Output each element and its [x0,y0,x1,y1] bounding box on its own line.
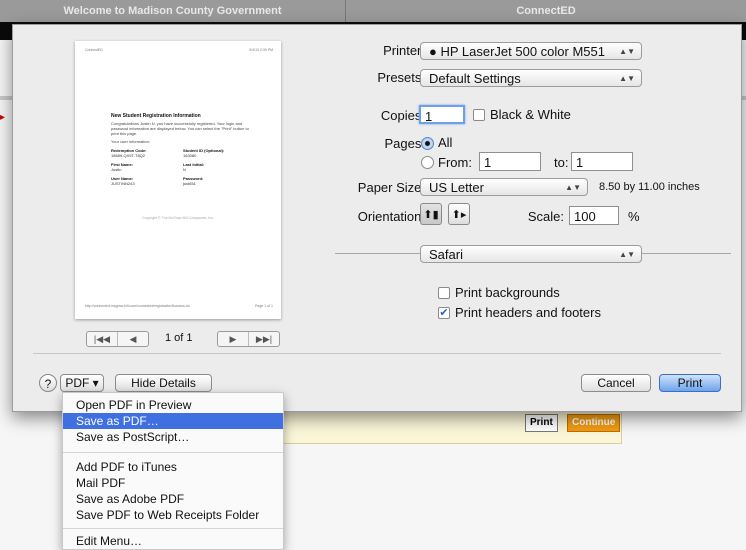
hide-details-button[interactable]: Hide Details [115,374,212,392]
page-continue-button[interactable]: Continue [567,414,621,432]
pages-label: Pages: [384,136,425,151]
browser-tab-madison[interactable]: Welcome to Madison County Government [0,0,346,22]
paper-dims: 8.50 by 11.00 inches [599,181,700,193]
preview-field-password: Password: just651 [183,176,204,186]
cancel-button[interactable]: Cancel [581,374,651,392]
landscape-orientation-icon[interactable]: ⬆▸ [448,203,470,225]
preview-field-redemption: Redemption Code: 18689-QX9T-T8Q2 [111,148,147,158]
next-page-icon[interactable]: ▶ [218,332,248,346]
preview-title: New Student Registration Information [111,113,201,119]
paper-size-value: US Letter [429,180,484,195]
last-page-icon[interactable]: ▶▶| [248,332,279,346]
menu-separator [63,528,283,529]
preview-field-student-id: Student ID (Optional): 163080 [183,148,225,158]
preview-footer-left: http://connected.mcgraw-hill.com/connect… [85,304,190,308]
pages-from-input[interactable]: 1 [479,152,541,171]
updown-arrow-icon: ▲▼ [619,47,635,56]
menu-item-mail-pdf[interactable]: Mail PDF [63,475,283,491]
pages-to-input[interactable]: 1 [571,152,633,171]
pages-all-label: All [438,135,453,150]
preview-field-last-initial: Last Initial: N [183,162,205,172]
preview-nav-back: |◀◀ ◀ [86,331,149,347]
section-select[interactable]: Safari ▲▼ [420,245,642,263]
print-backgrounds-checkbox[interactable] [438,287,450,299]
preview-footer-right: Page 1 of 1 [255,304,273,308]
preview-header-left: ConnectED [85,48,103,52]
pages-to-label: to: [554,155,569,170]
page-print-button[interactable]: Print [525,414,558,432]
presets-select[interactable]: Default Settings ▲▼ [420,69,642,87]
preview-paragraph: Congratulations Justin N. you have succe… [111,121,249,136]
updown-arrow-icon: ▲▼ [565,183,581,192]
updown-arrow-icon: ▲▼ [619,74,635,83]
menu-item-edit-menu[interactable]: Edit Menu… [63,533,283,549]
scale-unit: % [628,209,640,224]
help-button[interactable]: ? [39,374,57,392]
orientation-label: Orientation: [357,209,425,224]
scale-label: Scale: [527,209,564,224]
menu-item-save-as-postscript[interactable]: Save as PostScript… [63,429,283,445]
pages-from-label: From: [438,155,472,170]
preview-subheading: Your user information: [111,139,150,144]
first-page-icon[interactable]: |◀◀ [87,332,117,346]
print-backgrounds-label: Print backgrounds [455,285,560,300]
printer-status-icon: ● [429,44,441,59]
portrait-orientation-icon[interactable]: ⬆▮ [420,203,442,225]
copies-input[interactable]: 1 [419,105,465,124]
paper-size-label: Paper Size: [357,180,425,195]
pages-all-radio[interactable] [421,137,434,150]
menu-item-open-in-preview[interactable]: Open PDF in Preview [63,397,283,413]
menu-item-save-adobe-pdf[interactable]: Save as Adobe PDF [63,491,283,507]
page-arrow-icon: ▸ [0,112,6,123]
black-white-checkbox[interactable] [473,109,485,121]
printer-select[interactable]: ● HP LaserJet 500 color M551 ▲▼ [420,42,642,60]
pages-from-radio[interactable] [421,156,434,169]
black-white-label: Black & White [490,107,571,122]
preview-center-text: Copyright © The McGraw-Hill Companies, I… [142,216,214,220]
presets-label: Presets: [377,70,425,85]
preview-field-username: User Name: JUSTINN243 [111,176,135,186]
updown-arrow-icon: ▲▼ [619,250,635,259]
browser-tab-connected[interactable]: ConnectED [346,0,746,22]
menu-item-web-receipts[interactable]: Save PDF to Web Receipts Folder [63,507,283,523]
pdf-menu-button[interactable]: PDF ▾ [60,374,104,392]
print-preview-page: ConnectED 9/4/13 2:39 PM New Student Reg… [75,41,281,319]
menu-item-save-as-pdf[interactable]: Save as PDF… [63,413,283,429]
printer-value: HP LaserJet 500 color M551 [440,44,605,59]
browser-tab-bar: Welcome to Madison County Government Con… [0,0,746,22]
menu-item-add-to-itunes[interactable]: Add PDF to iTunes [63,459,283,475]
printer-label: Printer: [383,43,425,58]
pdf-dropdown-menu: Open PDF in Preview Save as PDF… Save as… [62,392,284,550]
print-headers-label: Print headers and footers [455,305,601,320]
print-button[interactable]: Print [659,374,721,392]
print-headers-checkbox[interactable]: ✔ [438,307,450,319]
print-dialog: ConnectED 9/4/13 2:39 PM New Student Reg… [12,24,742,412]
paper-size-select[interactable]: US Letter ▲▼ [420,178,588,196]
presets-value: Default Settings [429,71,521,86]
section-value: Safari [429,247,463,262]
preview-header-right: 9/4/13 2:39 PM [249,48,273,52]
menu-separator [63,452,283,453]
preview-nav-forward: ▶ ▶▶| [217,331,280,347]
prev-page-icon[interactable]: ◀ [117,332,148,346]
checkmark-icon: ✔ [439,307,449,319]
scale-input[interactable]: 100 [569,206,619,225]
bottom-separator [33,353,721,354]
page-count: 1 of 1 [165,332,193,344]
preview-field-first-name: First Name: Justin [111,162,134,172]
